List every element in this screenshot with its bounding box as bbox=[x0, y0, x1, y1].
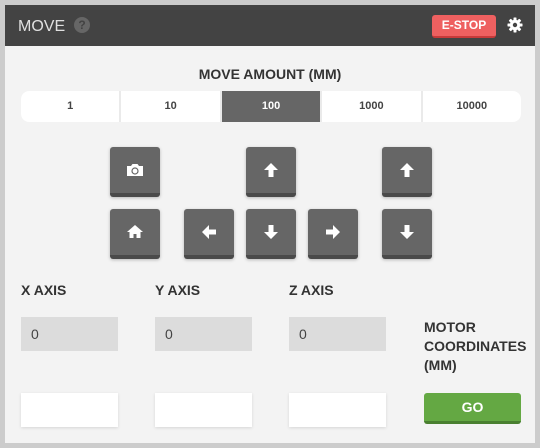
take-photo-button[interactable] bbox=[110, 147, 160, 197]
widget-header: MOVE ? E-STOP bbox=[5, 5, 535, 46]
move-amount-selector: 1 10 100 1000 10000 bbox=[21, 91, 521, 122]
move-y-up-button[interactable] bbox=[246, 147, 296, 197]
arrow-up-icon bbox=[264, 163, 278, 177]
home-button[interactable] bbox=[110, 209, 160, 259]
move-y-down-button[interactable] bbox=[246, 209, 296, 259]
gear-icon[interactable] bbox=[507, 17, 523, 33]
help-icon[interactable]: ? bbox=[74, 17, 90, 33]
amount-option-100[interactable]: 100 bbox=[221, 91, 321, 122]
x-target-input[interactable] bbox=[21, 393, 118, 427]
amount-option-1[interactable]: 1 bbox=[21, 91, 120, 122]
arrow-down-icon bbox=[400, 225, 414, 239]
widget-title: MOVE bbox=[18, 18, 66, 35]
y-target-input[interactable] bbox=[155, 393, 252, 427]
move-z-up-button[interactable] bbox=[382, 147, 432, 197]
amount-option-10[interactable]: 10 bbox=[121, 91, 220, 122]
amount-option-10000[interactable]: 10000 bbox=[422, 91, 521, 122]
move-x-left-button[interactable] bbox=[184, 209, 234, 259]
move-amount-label: MOVE AMOUNT (MM) bbox=[198, 66, 342, 82]
motor-coordinates-label: MOTOR COORDINATES (MM) bbox=[424, 319, 527, 373]
z-target-input[interactable] bbox=[289, 393, 386, 427]
move-x-right-button[interactable] bbox=[308, 209, 358, 259]
z-position-readout: 0 bbox=[289, 317, 386, 351]
home-icon bbox=[127, 225, 143, 238]
x-position-readout: 0 bbox=[21, 317, 118, 351]
go-button[interactable]: GO bbox=[424, 393, 521, 424]
arrow-down-icon bbox=[264, 225, 278, 239]
arrow-up-icon bbox=[400, 163, 414, 177]
camera-icon bbox=[127, 164, 143, 176]
move-z-down-button[interactable] bbox=[382, 209, 432, 259]
move-widget: MOVE ? E-STOP MOVE AMOUNT (MM) 1 10 100 … bbox=[5, 5, 535, 443]
e-stop-button[interactable]: E-STOP bbox=[432, 15, 496, 38]
x-axis-label: X AXIS bbox=[21, 282, 67, 298]
y-position-readout: 0 bbox=[155, 317, 252, 351]
z-axis-label: Z AXIS bbox=[289, 282, 334, 298]
arrow-left-icon bbox=[202, 225, 216, 239]
arrow-right-icon bbox=[326, 225, 340, 239]
y-axis-label: Y AXIS bbox=[155, 282, 201, 298]
amount-option-1000[interactable]: 1000 bbox=[322, 91, 421, 122]
